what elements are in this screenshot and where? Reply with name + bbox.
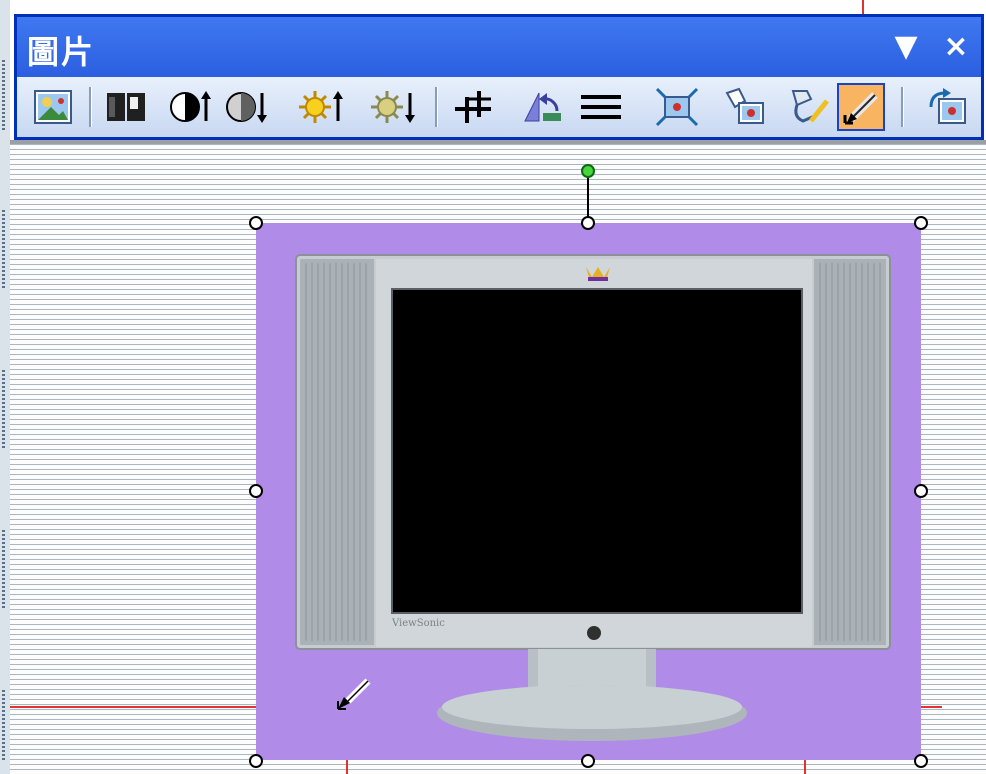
more-contrast-icon: [170, 91, 211, 122]
close-button[interactable]: ×: [939, 31, 973, 63]
color-icon: [107, 93, 145, 121]
recolor-pencil-icon: [843, 92, 878, 125]
insert-picture-button[interactable]: [29, 83, 77, 131]
line-style-icon: [581, 95, 621, 119]
less-brightness-icon: [371, 91, 415, 123]
resize-handle-bottom-right[interactable]: [914, 754, 928, 768]
more-contrast-button[interactable]: [167, 83, 215, 131]
crop-icon: [455, 91, 491, 123]
monitor-image: [295, 254, 891, 741]
pencil-cursor-icon: [337, 678, 371, 710]
toolbar-separator: [89, 87, 92, 127]
toolbar-icon-row: [17, 77, 981, 137]
more-brightness-button[interactable]: [297, 83, 345, 131]
app-window: 圖片 ▼ × ViewSonic: [0, 0, 986, 774]
resize-handle-top-right[interactable]: [914, 216, 928, 230]
format-picture-icon: [725, 87, 764, 124]
resize-handle-left[interactable]: [249, 484, 263, 498]
toolbar-titlebar[interactable]: 圖片 ▼ ×: [17, 17, 981, 77]
resize-handle-bottom-left[interactable]: [249, 754, 263, 768]
vertical-ruler: [0, 0, 10, 774]
monitor-brand-label: ViewSonic: [392, 618, 445, 629]
reset-picture-button[interactable]: [923, 83, 971, 131]
toolbar-separator: [435, 87, 438, 127]
selected-picture[interactable]: ViewSonic: [256, 223, 921, 760]
guide-line: [920, 706, 942, 708]
line-style-button[interactable]: [577, 83, 625, 131]
compress-pictures-icon: [655, 87, 699, 127]
resize-handle-right[interactable]: [914, 484, 928, 498]
toolbar-title: 圖片: [27, 33, 96, 71]
recolor-picture-button[interactable]: [837, 83, 885, 131]
resize-handle-top[interactable]: [581, 216, 595, 230]
insert-picture-icon: [34, 90, 72, 124]
rotate-left-button[interactable]: [519, 83, 567, 131]
less-brightness-button[interactable]: [369, 83, 417, 131]
set-transparent-color-icon: [791, 90, 829, 123]
less-contrast-icon: [226, 92, 267, 123]
resize-handle-top-left[interactable]: [249, 216, 263, 230]
toolbar-options-button[interactable]: ▼: [889, 31, 923, 63]
more-brightness-icon: [299, 91, 343, 123]
less-contrast-button[interactable]: [223, 83, 271, 131]
picture-toolbar: 圖片 ▼ ×: [14, 14, 984, 140]
rotate-left-icon: [524, 92, 561, 122]
set-transparent-color-button[interactable]: [785, 83, 833, 131]
rotation-stem: [587, 177, 589, 217]
compress-pictures-button[interactable]: [653, 83, 701, 131]
format-picture-button[interactable]: [721, 83, 769, 131]
guide-line: [10, 706, 258, 708]
color-button[interactable]: [103, 83, 151, 131]
reset-picture-icon: [929, 88, 966, 124]
resize-handle-bottom[interactable]: [581, 754, 595, 768]
crop-button[interactable]: [449, 83, 497, 131]
toolbar-separator: [901, 87, 904, 127]
rotation-handle[interactable]: [581, 164, 595, 178]
